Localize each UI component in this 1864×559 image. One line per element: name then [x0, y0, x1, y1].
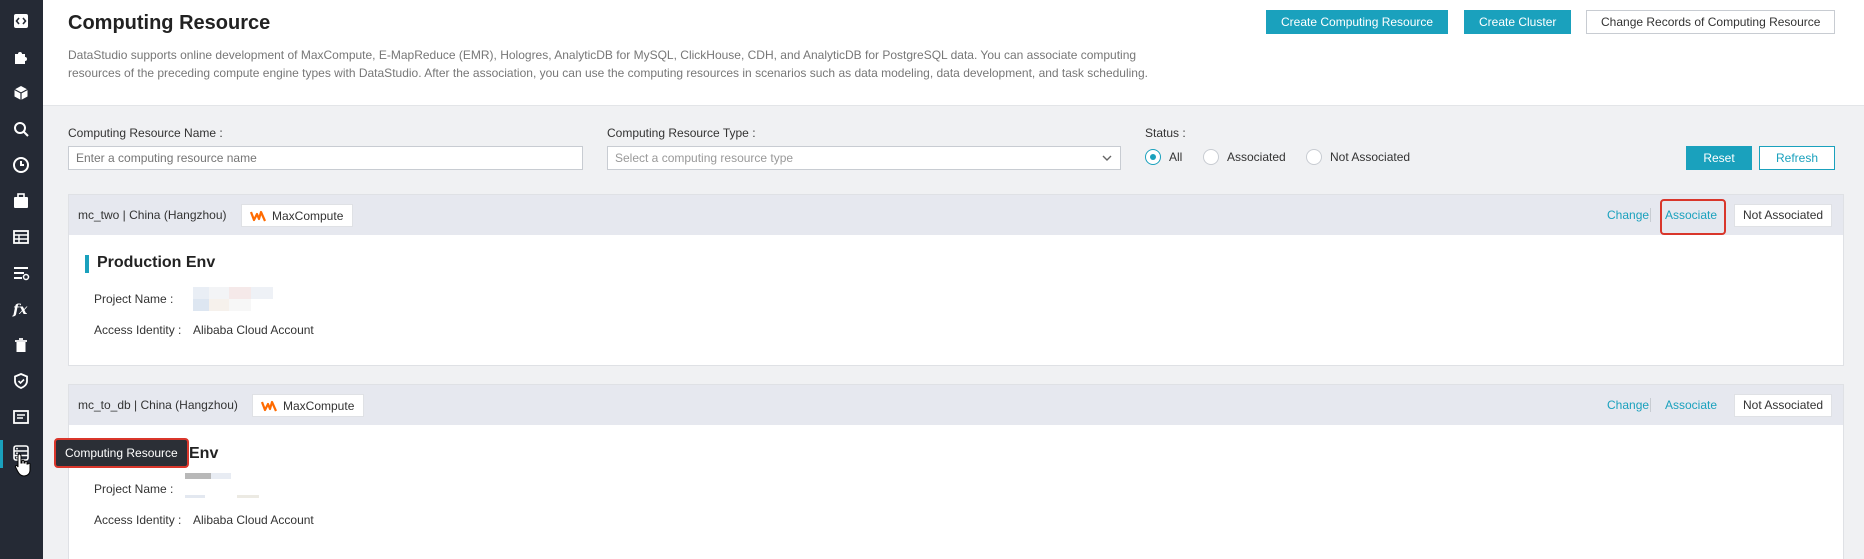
type-filter-label: Computing Resource Type : [607, 126, 756, 140]
engine-label: MaxCompute [283, 398, 355, 413]
access-identity-label: Access Identity : [94, 323, 182, 337]
sidebar-tooltip: Computing Resource [54, 438, 189, 468]
change-link[interactable]: Change [1607, 398, 1649, 412]
search-icon[interactable] [10, 118, 32, 140]
status-radio-not-associated[interactable]: Not Associated [1306, 148, 1410, 166]
radio-unchecked-icon [1203, 149, 1219, 165]
redacted-project-name [193, 287, 273, 311]
resource-card: mc_two | China (Hangzhou) MaxCompute Cha… [68, 194, 1844, 366]
create-cluster-button[interactable]: Create Cluster [1464, 10, 1572, 34]
document-icon[interactable] [10, 406, 32, 428]
reset-button[interactable]: Reset [1686, 146, 1752, 170]
engine-tag: MaxCompute [241, 204, 354, 227]
env-title: Env [189, 445, 219, 462]
associate-link[interactable]: Associate [1665, 398, 1717, 412]
divider [1650, 398, 1651, 412]
table-icon[interactable] [10, 226, 32, 248]
engine-tag: MaxCompute [252, 394, 365, 417]
radio-unchecked-icon [1306, 149, 1322, 165]
access-identity-label: Access Identity : [94, 513, 182, 527]
change-records-button[interactable]: Change Records of Computing Resource [1586, 10, 1836, 34]
fx-icon[interactable]: fx [10, 298, 32, 320]
change-link[interactable]: Change [1607, 208, 1649, 222]
puzzle-icon[interactable] [10, 46, 32, 68]
radio-label: Associated [1227, 150, 1286, 164]
name-filter-label: Computing Resource Name : [68, 126, 223, 140]
trash-icon[interactable] [10, 334, 32, 356]
shield-icon[interactable] [10, 370, 32, 392]
card-header: mc_to_db | China (Hangzhou) MaxCompute C… [69, 385, 1843, 425]
status-radio-all[interactable]: All [1145, 148, 1182, 166]
resource-type-placeholder: Select a computing resource type [615, 151, 794, 165]
hand-cursor-icon [14, 453, 31, 477]
resource-name: mc_two | China (Hangzhou) [78, 208, 227, 222]
code-icon[interactable] [10, 10, 32, 32]
resource-card: mc_to_db | China (Hangzhou) MaxCompute C… [68, 384, 1844, 559]
status-radio-associated[interactable]: Associated [1203, 148, 1286, 166]
cube-icon[interactable] [10, 82, 32, 104]
page-header: Computing Resource DataStudio supports o… [43, 0, 1864, 106]
active-indicator [0, 440, 3, 468]
resource-name-input[interactable] [68, 146, 583, 170]
svg-text:fx: fx [12, 302, 28, 318]
status-badge: Not Associated [1734, 204, 1833, 227]
status-filter-label: Status : [1145, 126, 1186, 140]
divider [1650, 208, 1651, 222]
list-icon[interactable] [10, 262, 32, 284]
refresh-button[interactable]: Refresh [1759, 146, 1835, 170]
access-identity-value: Alibaba Cloud Account [193, 323, 314, 337]
radio-label: Not Associated [1330, 150, 1411, 164]
maxcompute-logo-icon [261, 400, 277, 411]
project-name-label: Project Name : [94, 292, 174, 306]
associate-highlight-box [1660, 199, 1726, 235]
status-badge: Not Associated [1734, 394, 1833, 417]
radio-label: All [1169, 150, 1183, 164]
card-header: mc_two | China (Hangzhou) MaxCompute Cha… [69, 195, 1843, 235]
redacted-project-name [185, 473, 265, 498]
briefcase-icon[interactable] [10, 190, 32, 212]
page-title: Computing Resource [68, 12, 271, 34]
env-accent-bar [85, 255, 89, 273]
env-title: Production Env [97, 254, 216, 271]
resource-type-select[interactable]: Select a computing resource type [607, 146, 1121, 170]
page-description: DataStudio supports online development o… [68, 48, 1148, 80]
engine-label: MaxCompute [272, 208, 344, 223]
clock-icon[interactable] [10, 154, 32, 176]
radio-checked-icon [1145, 149, 1161, 165]
access-identity-value: Alibaba Cloud Account [193, 513, 314, 527]
chevron-down-icon [1102, 155, 1112, 161]
create-computing-resource-button[interactable]: Create Computing Resource [1266, 10, 1449, 34]
project-name-label: Project Name : [94, 482, 174, 496]
maxcompute-logo-icon [250, 210, 266, 221]
resource-name: mc_to_db | China (Hangzhou) [78, 398, 238, 412]
